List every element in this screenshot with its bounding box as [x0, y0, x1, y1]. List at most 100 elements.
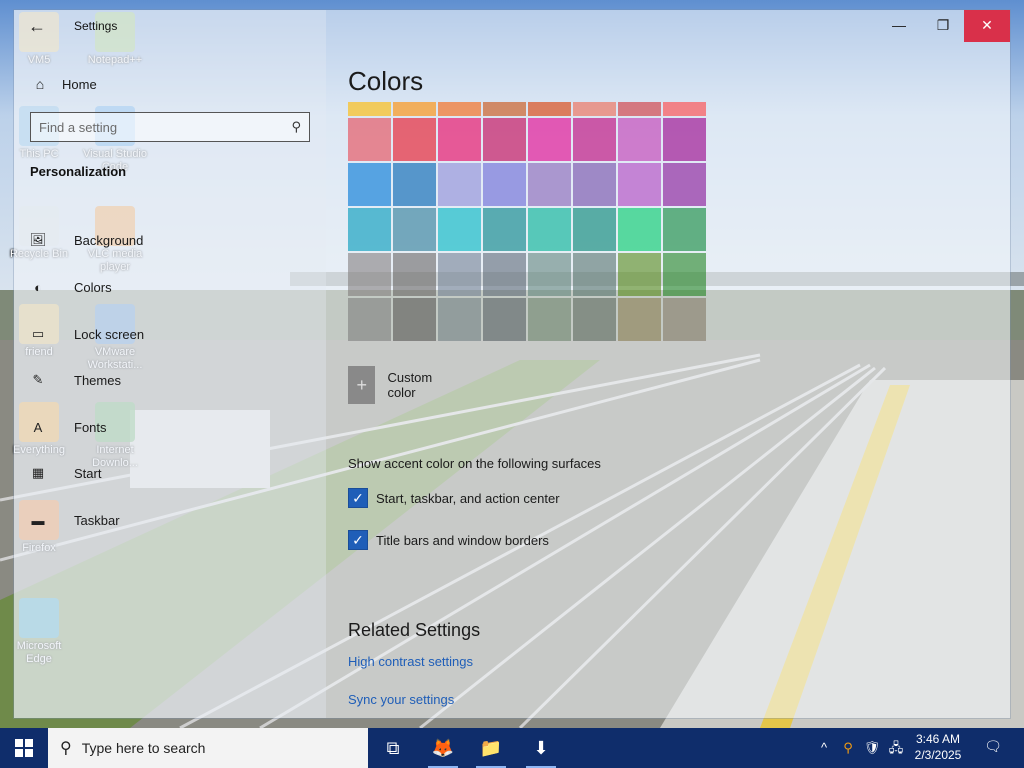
accent-color-swatch[interactable] [348, 118, 391, 161]
accent-color-swatch[interactable] [348, 208, 391, 251]
checkmark-icon[interactable]: ✓ [348, 488, 368, 508]
accent-color-swatch[interactable] [528, 118, 571, 161]
sidebar-item-label: Background [74, 232, 144, 248]
accent-color-swatch[interactable] [348, 163, 391, 206]
accent-color-swatch[interactable] [438, 298, 481, 341]
accent-color-swatch[interactable] [393, 163, 436, 206]
accent-color-swatch[interactable] [348, 253, 391, 296]
start-button[interactable] [0, 728, 48, 768]
minimize-button[interactable]: — [876, 10, 922, 42]
custom-color-label: Custom color [387, 370, 433, 400]
close-icon: ✕ [981, 17, 993, 33]
taskbar-search-box[interactable]: ⚲ Type here to search [48, 728, 368, 768]
sidebar-item-background[interactable]: 🖼 Background [28, 228, 144, 252]
security-shield-icon[interactable]: 🛡 [862, 738, 882, 758]
checkbox-label: Start, taskbar, and action center [376, 490, 560, 506]
high-contrast-link[interactable]: High contrast settings [348, 654, 473, 669]
accent-color-swatch[interactable] [393, 118, 436, 161]
accent-color-swatch[interactable] [663, 298, 706, 341]
brush-icon: ✎ [32, 372, 44, 387]
network-icon[interactable]: 🖧 [886, 738, 906, 758]
nav-home-label: Home [62, 76, 97, 92]
taskbar-app-firefox[interactable]: 🦊 [420, 728, 466, 768]
accent-color-swatch[interactable] [618, 102, 661, 116]
taskbar-app-internet-download-manager[interactable]: ⬇ [518, 728, 564, 768]
show-hidden-icons-chevron-icon[interactable]: ^ [814, 738, 834, 758]
accent-color-swatch[interactable] [483, 102, 526, 116]
accent-color-swatch[interactable] [663, 118, 706, 161]
accent-color-swatch[interactable] [393, 253, 436, 296]
sidebar-item-label: Taskbar [74, 512, 120, 528]
custom-color-button[interactable]: + Custom color [348, 366, 443, 404]
accent-color-swatch[interactable] [618, 208, 661, 251]
back-button[interactable]: ← [26, 16, 48, 38]
firefox-icon: 🦊 [431, 737, 455, 758]
accent-color-swatch[interactable] [528, 163, 571, 206]
sidebar-item-start[interactable]: ▦ Start [28, 461, 102, 485]
accent-color-swatch[interactable] [438, 208, 481, 251]
accent-color-swatch[interactable] [573, 118, 616, 161]
system-clock[interactable]: 3:46 AM 2/3/2025 [908, 731, 968, 763]
sidebar-item-taskbar[interactable]: ▬ Taskbar [28, 508, 120, 532]
notification-center-button[interactable]: 🗨 1 [982, 738, 1004, 758]
clock-time: 3:46 AM [915, 732, 961, 746]
accent-color-swatch[interactable] [663, 163, 706, 206]
sidebar-item-label: Fonts [74, 419, 107, 435]
accent-color-swatch[interactable] [483, 253, 526, 296]
close-button[interactable]: ✕ [964, 10, 1010, 42]
search-icon: ⚲ [291, 119, 301, 134]
accent-color-swatch[interactable] [438, 163, 481, 206]
notification-count: 1 [990, 740, 996, 750]
sync-settings-link[interactable]: Sync your settings [348, 692, 454, 707]
windows-logo-icon [15, 739, 33, 757]
accent-color-swatch[interactable] [573, 163, 616, 206]
search-tool-tray-icon[interactable]: ⚲ [838, 738, 858, 758]
accent-color-swatch[interactable] [573, 253, 616, 296]
accent-color-swatch[interactable] [483, 298, 526, 341]
accent-color-swatch[interactable] [618, 298, 661, 341]
accent-color-swatch[interactable] [438, 118, 481, 161]
restore-icon: ❐ [936, 17, 950, 33]
accent-color-swatch[interactable] [483, 163, 526, 206]
maximize-button[interactable]: ❐ [920, 10, 966, 42]
accent-color-swatch[interactable] [573, 102, 616, 116]
sidebar-item-colors[interactable]: ◐ Colors [28, 275, 112, 299]
search-placeholder: Find a setting [39, 119, 118, 135]
sidebar-item-fonts[interactable]: A Fonts [28, 415, 107, 439]
accent-color-swatch[interactable] [528, 298, 571, 341]
accent-color-swatch[interactable] [573, 208, 616, 251]
accent-color-swatch[interactable] [393, 298, 436, 341]
sidebar-item-themes[interactable]: ✎ Themes [28, 368, 121, 392]
accent-color-swatch[interactable] [393, 208, 436, 251]
checkbox-start-taskbar[interactable]: ✓ Start, taskbar, and action center [348, 488, 560, 508]
accent-color-swatch[interactable] [618, 163, 661, 206]
accent-color-swatch[interactable] [528, 253, 571, 296]
accent-color-swatch[interactable] [663, 253, 706, 296]
accent-color-swatch[interactable] [483, 208, 526, 251]
accent-color-swatch[interactable] [348, 298, 391, 341]
accent-color-swatch[interactable] [393, 102, 436, 116]
accent-color-swatch[interactable] [438, 102, 481, 116]
nav-home[interactable]: ⌂ Home [30, 72, 97, 96]
accent-color-swatch[interactable] [663, 208, 706, 251]
accent-surfaces-heading: Show accent color on the following surfa… [348, 456, 601, 471]
task-view-icon: ⧉ [386, 737, 400, 758]
accent-color-swatch[interactable] [483, 118, 526, 161]
settings-search-input[interactable]: Find a setting ⚲ [30, 112, 310, 142]
accent-color-swatch[interactable] [438, 253, 481, 296]
accent-color-swatch[interactable] [528, 208, 571, 251]
accent-color-swatch[interactable] [528, 102, 571, 116]
home-icon: ⌂ [35, 76, 45, 92]
accent-color-swatch[interactable] [618, 253, 661, 296]
accent-color-swatch[interactable] [573, 298, 616, 341]
taskbar-app-task-view[interactable]: ⧉ [370, 728, 416, 768]
checkbox-title-bars[interactable]: ✓ Title bars and window borders [348, 530, 549, 550]
window-title: Settings [74, 19, 118, 33]
accent-color-swatch[interactable] [618, 118, 661, 161]
accent-color-swatch[interactable] [348, 102, 391, 116]
checkmark-icon[interactable]: ✓ [348, 530, 368, 550]
accent-color-swatch[interactable] [663, 102, 706, 116]
font-icon: A [33, 419, 43, 435]
taskbar-app-file-explorer[interactable]: 📁 [468, 728, 514, 768]
sidebar-item-lock-screen[interactable]: ▭ Lock screen [28, 322, 144, 346]
